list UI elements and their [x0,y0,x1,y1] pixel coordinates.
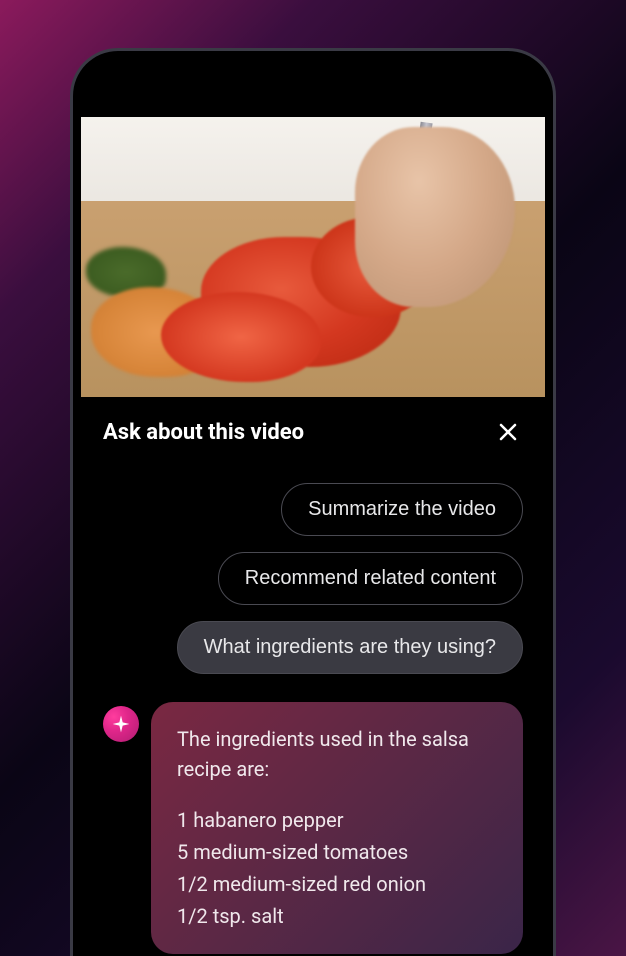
ai-response-row: The ingredients used in the salsa recipe… [103,702,523,954]
chat-panel: Ask about this video Summarize the video… [81,397,545,956]
ai-avatar [103,706,139,742]
suggestion-list: Summarize the video Recommend related co… [103,483,523,674]
suggestion-summarize[interactable]: Summarize the video [281,483,523,536]
ingredient-item: 1/2 tsp. salt [177,900,497,932]
phone-screen: Ask about this video Summarize the video… [81,59,545,956]
suggestion-ingredients[interactable]: What ingredients are they using? [177,621,523,674]
response-card: The ingredients used in the salsa recipe… [151,702,523,954]
ingredient-item: 5 medium-sized tomatoes [177,836,497,868]
response-intro: The ingredients used in the salsa recipe… [177,724,497,784]
video-thumbnail[interactable] [81,117,545,397]
ingredient-item: 1/2 medium-sized red onion [177,868,497,900]
chat-title: Ask about this video [103,420,304,445]
close-button[interactable] [493,417,523,447]
close-icon [496,420,520,444]
ingredient-item: 1 habanero pepper [177,804,497,836]
chat-header: Ask about this video [103,417,523,447]
phone-frame: Ask about this video Summarize the video… [70,48,556,956]
ingredient-list: 1 habanero pepper 5 medium-sized tomatoe… [177,804,497,932]
suggestion-recommend[interactable]: Recommend related content [218,552,523,605]
sparkle-icon [111,714,131,734]
